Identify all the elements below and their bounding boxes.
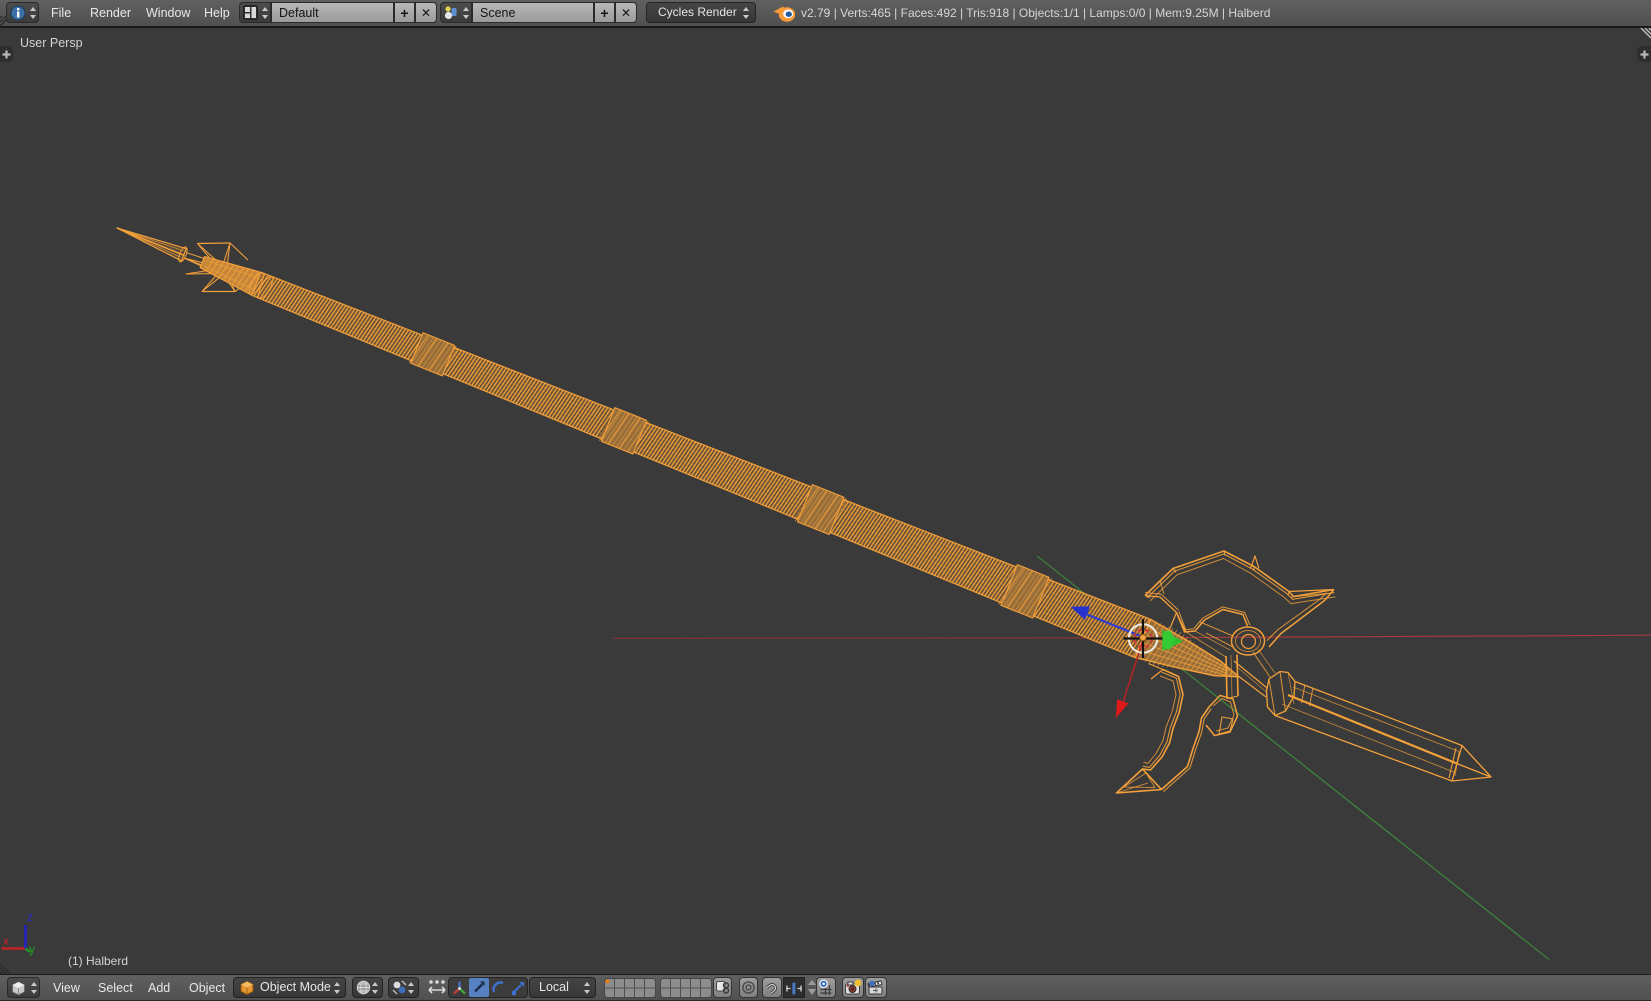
svg-text:(1) Halberd: (1) Halberd — [68, 954, 128, 968]
svg-text:x: x — [3, 934, 9, 948]
svg-text:y: y — [29, 942, 35, 956]
svg-text:User Persp: User Persp — [20, 36, 83, 50]
svg-text:z: z — [27, 910, 33, 924]
